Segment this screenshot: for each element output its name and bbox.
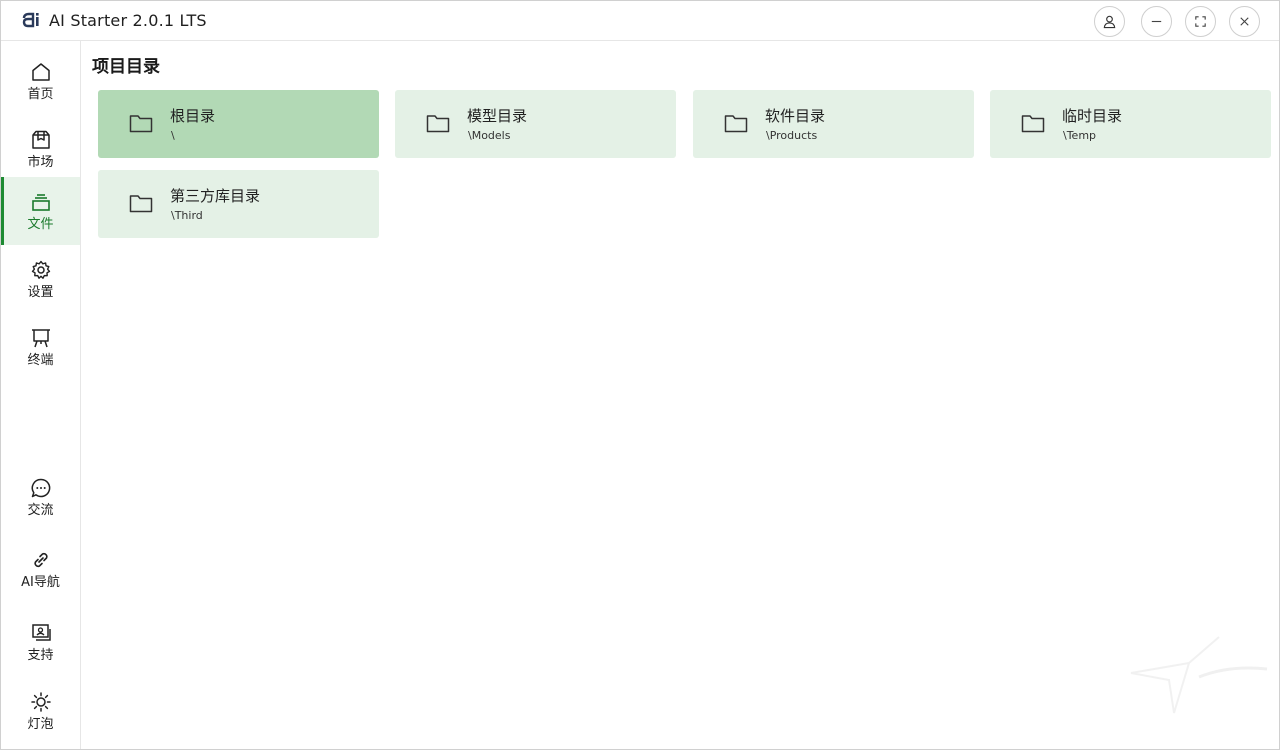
- sidebar-item-label: 首页: [27, 86, 54, 102]
- page-title: 项目目录: [92, 57, 160, 77]
- sidebar-item-community[interactable]: 交流: [1, 463, 80, 531]
- folder-name: 第三方库目录: [170, 187, 261, 205]
- folder-name: 模型目录: [467, 107, 528, 125]
- sidebar-item-home[interactable]: 首页: [1, 47, 80, 115]
- sidebar-item-settings[interactable]: 设置: [1, 245, 80, 313]
- minimize-button[interactable]: [1141, 6, 1172, 37]
- folder-path: \Temp: [1063, 129, 1097, 142]
- folder-name: 根目录: [170, 107, 216, 125]
- close-icon: [1240, 17, 1249, 26]
- home-icon: [31, 62, 50, 81]
- folder-path: \Products: [766, 129, 818, 142]
- app-title: AI Starter 2.0.1 LTS: [49, 11, 207, 30]
- chat-icon: [31, 478, 50, 497]
- layers-icon: [31, 193, 50, 211]
- folder-name: 软件目录: [765, 107, 826, 125]
- sidebar-item-support[interactable]: 支持: [1, 608, 80, 676]
- sidebar-item-label: 灯泡: [27, 716, 54, 732]
- folder-icon: [724, 115, 748, 133]
- folder-icon: [129, 195, 153, 213]
- folder-card-third[interactable]: 第三方库目录 \Third: [98, 170, 379, 238]
- folder-card-models[interactable]: 模型目录 \Models: [395, 90, 676, 158]
- folder-icon: [129, 115, 153, 133]
- folder-path: \Models: [468, 129, 511, 142]
- watermark-graphic: [1130, 636, 1268, 714]
- gear-icon: [31, 260, 50, 279]
- folder-card-products[interactable]: 软件目录 \Products: [693, 90, 974, 158]
- sidebar-item-label: 市场: [27, 154, 54, 170]
- sidebar-item-market[interactable]: 市场: [1, 115, 80, 183]
- folder-card-temp[interactable]: 临时目录 \Temp: [990, 90, 1271, 158]
- sidebar-item-label: 终端: [27, 352, 54, 368]
- folder-path: \: [171, 129, 175, 142]
- close-button[interactable]: [1229, 6, 1260, 37]
- folder-name: 临时目录: [1062, 107, 1123, 125]
- folder-icon: [426, 115, 450, 133]
- support-icon: [31, 623, 51, 641]
- sidebar-item-terminal[interactable]: 终端: [1, 313, 80, 381]
- sidebar-item-label: 支持: [27, 647, 54, 663]
- sidebar-item-ai-nav[interactable]: AI导航: [1, 535, 80, 603]
- easel-icon: [31, 328, 50, 347]
- minimize-icon: [1151, 20, 1162, 23]
- folder-icon: [1021, 115, 1045, 133]
- app-logo-icon: [22, 12, 39, 28]
- maximize-button[interactable]: [1185, 6, 1216, 37]
- sidebar-item-files[interactable]: 文件: [1, 177, 80, 245]
- user-icon: [1103, 15, 1116, 29]
- sidebar: 首页 市场 文件 设置 终端 交流 AI导航 支持 灯泡: [1, 41, 81, 749]
- folder-path: \Third: [171, 209, 203, 222]
- user-button[interactable]: [1094, 6, 1125, 37]
- sidebar-item-label: AI导航: [21, 574, 60, 590]
- sidebar-item-label: 交流: [27, 502, 54, 518]
- maximize-icon: [1195, 16, 1206, 27]
- main-content: 项目目录 根目录 \ 模型目录 \Models 软件目录 \Products 临…: [82, 41, 1279, 749]
- title-bar[interactable]: AI Starter 2.0.1 LTS: [1, 1, 1279, 41]
- sidebar-item-label: 文件: [27, 216, 54, 232]
- sidebar-item-bulb[interactable]: 灯泡: [1, 677, 80, 745]
- sun-icon: [30, 691, 51, 712]
- link-icon: [33, 552, 48, 567]
- package-icon: [31, 130, 50, 149]
- app-window: AI Starter 2.0.1 LTS 首页 市场 文件 设置 终端 交流 A…: [0, 0, 1280, 750]
- sidebar-item-label: 设置: [27, 284, 54, 300]
- folder-card-root[interactable]: 根目录 \: [98, 90, 379, 158]
